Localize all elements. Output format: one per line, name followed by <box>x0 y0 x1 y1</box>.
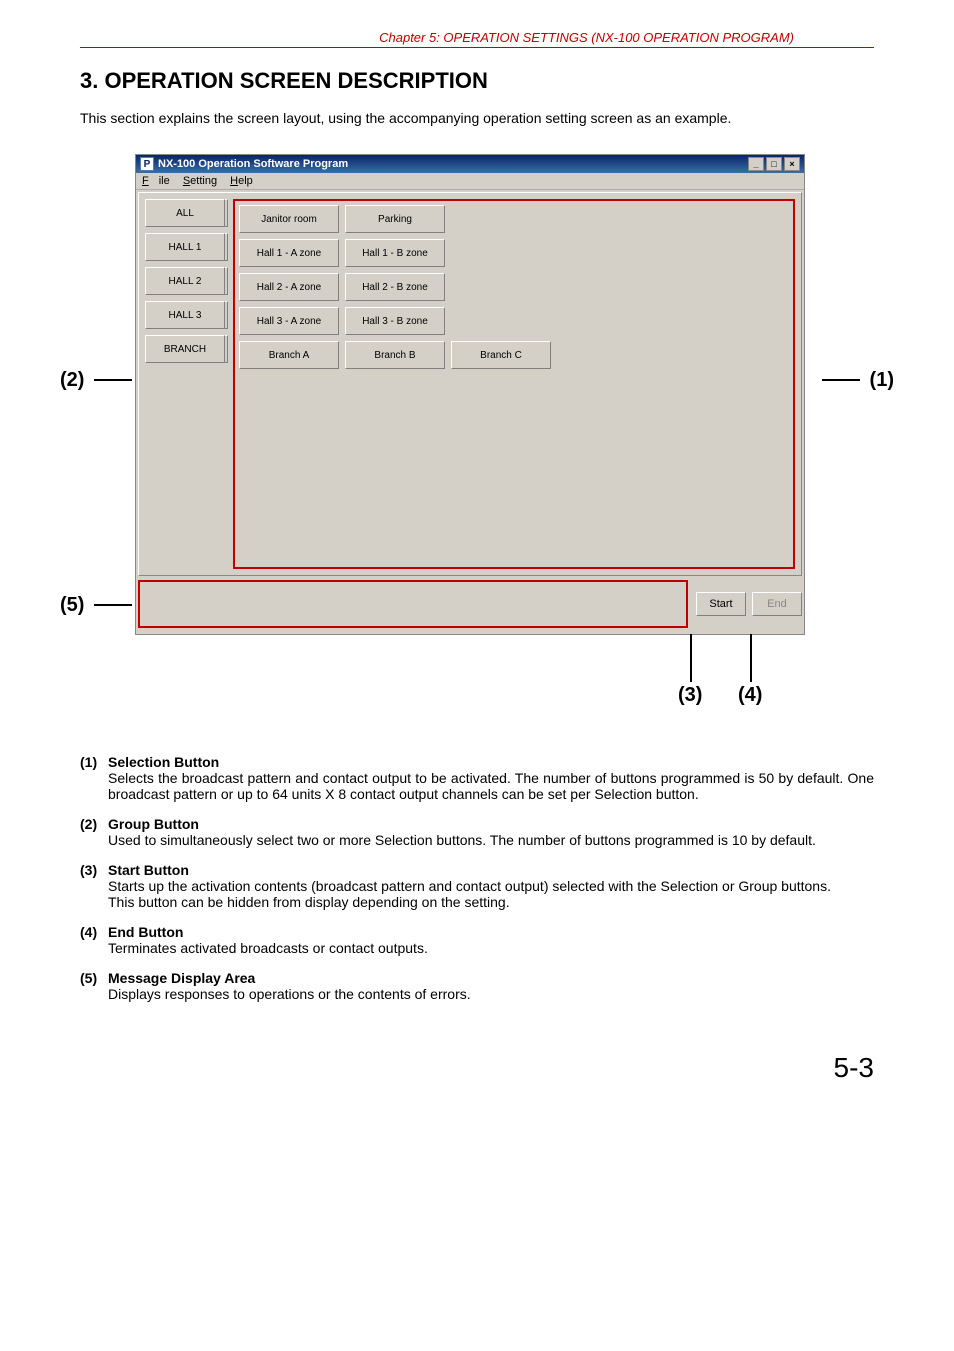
selection-button[interactable]: Hall 2 - A zone <box>239 273 339 301</box>
figure: P NX-100 Operation Software Program _ □ … <box>60 154 894 724</box>
menu-setting[interactable]: Setting <box>183 175 217 187</box>
desc-item-1: (1)Selection Button Selects the broadcas… <box>80 754 874 802</box>
selection-button[interactable]: Branch C <box>451 341 551 369</box>
end-button[interactable]: End <box>752 592 802 616</box>
menu-help[interactable]: Help <box>230 175 253 187</box>
page-number: 5-3 <box>0 1052 874 1084</box>
group-button[interactable]: HALL 2 <box>145 267 225 295</box>
selection-button[interactable]: Branch A <box>239 341 339 369</box>
window-title: NX-100 Operation Software Program <box>158 158 348 170</box>
desc-item-4: (4)End Button Terminates activated broad… <box>80 924 874 956</box>
menubar: File Setting Help <box>136 173 804 190</box>
selection-button[interactable]: Janitor room <box>239 205 339 233</box>
close-icon[interactable]: × <box>784 157 800 171</box>
desc-title: Selection Button <box>108 754 219 770</box>
desc-body: Starts up the activation contents (broad… <box>108 878 874 910</box>
start-button[interactable]: Start <box>696 592 746 616</box>
app-icon: P <box>140 157 154 171</box>
callout-1: (1) <box>870 369 894 392</box>
desc-num: (2) <box>80 816 108 832</box>
group-button[interactable]: ALL <box>145 199 225 227</box>
callout-4-line <box>750 634 752 682</box>
titlebar: P NX-100 Operation Software Program _ □ … <box>136 155 804 173</box>
chapter-header: Chapter 5: OPERATION SETTINGS (NX-100 OP… <box>80 30 874 48</box>
callout-5: (5) <box>60 594 84 617</box>
desc-item-2: (2)Group Button Used to simultaneously s… <box>80 816 874 848</box>
desc-body: Terminates activated broadcasts or conta… <box>108 940 874 956</box>
callout-5-line <box>94 604 132 606</box>
selection-button[interactable]: Hall 2 - B zone <box>345 273 445 301</box>
menu-file[interactable]: File <box>142 175 170 187</box>
selection-button[interactable]: Hall 3 - B zone <box>345 307 445 335</box>
bottom-row: Start End <box>138 580 802 628</box>
message-display-area <box>138 580 688 628</box>
desc-body: Selects the broadcast pattern and contac… <box>108 770 874 802</box>
callout-3: (3) <box>678 684 702 707</box>
section-title: 3. OPERATION SCREEN DESCRIPTION <box>80 68 874 94</box>
selection-grid: Janitor room Parking Hall 1 - A zone Hal… <box>233 199 795 569</box>
content-area: ALL HALL 1 HALL 2 HALL 3 BRANCH Janitor … <box>138 192 802 576</box>
selection-button[interactable]: Branch B <box>345 341 445 369</box>
callout-3-line <box>690 634 692 682</box>
minimize-icon[interactable]: _ <box>748 157 764 171</box>
selection-button[interactable]: Hall 1 - A zone <box>239 239 339 267</box>
desc-num: (5) <box>80 970 108 986</box>
desc-title: Message Display Area <box>108 970 255 986</box>
desc-item-5: (5)Message Display Area Displays respons… <box>80 970 874 1002</box>
description-list: (1)Selection Button Selects the broadcas… <box>80 754 874 1002</box>
desc-title: Group Button <box>108 816 199 832</box>
desc-title: End Button <box>108 924 183 940</box>
selection-button[interactable]: Hall 3 - A zone <box>239 307 339 335</box>
desc-item-3: (3)Start Button Starts up the activation… <box>80 862 874 910</box>
desc-num: (1) <box>80 754 108 770</box>
selection-button[interactable]: Hall 1 - B zone <box>345 239 445 267</box>
callout-1-line <box>822 379 860 381</box>
desc-title: Start Button <box>108 862 189 878</box>
selection-button[interactable]: Parking <box>345 205 445 233</box>
intro-text: This section explains the screen layout,… <box>80 110 874 126</box>
callout-2: (2) <box>60 369 84 392</box>
desc-num: (3) <box>80 862 108 878</box>
group-button[interactable]: HALL 1 <box>145 233 225 261</box>
app-window: P NX-100 Operation Software Program _ □ … <box>135 154 805 635</box>
desc-body: Used to simultaneously select two or mor… <box>108 832 874 848</box>
group-button[interactable]: HALL 3 <box>145 301 225 329</box>
maximize-icon[interactable]: □ <box>766 157 782 171</box>
desc-num: (4) <box>80 924 108 940</box>
group-button[interactable]: BRANCH <box>145 335 225 363</box>
callout-4: (4) <box>738 684 762 707</box>
callout-2-line <box>94 379 132 381</box>
desc-body: Displays responses to operations or the … <box>108 986 874 1002</box>
window-controls: _ □ × <box>748 157 800 171</box>
group-button-column: ALL HALL 1 HALL 2 HALL 3 BRANCH <box>145 199 225 569</box>
